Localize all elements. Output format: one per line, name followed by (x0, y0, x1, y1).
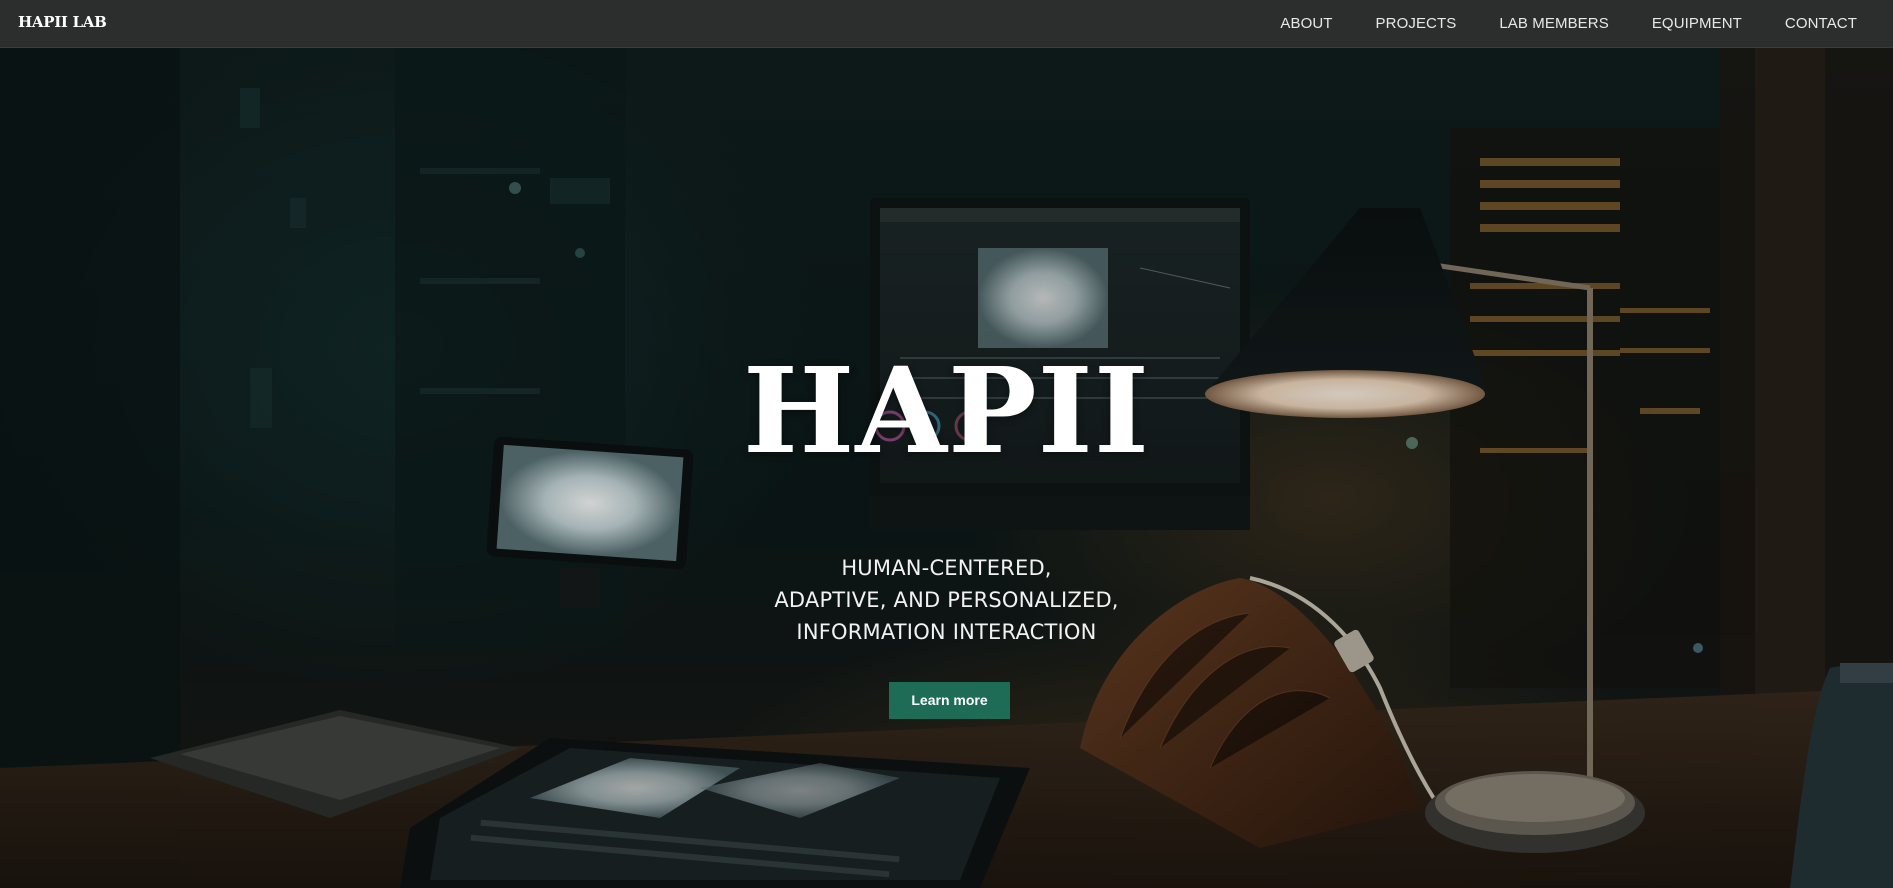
nav-link-contact[interactable]: CONTACT (1785, 15, 1857, 32)
hero-subtitle-line-1: HUMAN-CENTERED, (841, 556, 1052, 580)
nav-link-about[interactable]: ABOUT (1280, 15, 1332, 32)
hero-section: HAPII HUMAN-CENTERED, ADAPTIVE, AND PERS… (0, 48, 1893, 888)
nav-link-equipment[interactable]: EQUIPMENT (1652, 15, 1742, 32)
hero-subtitle-line-3: INFORMATION INTERACTION (796, 620, 1097, 644)
hero-subtitle: HUMAN-CENTERED, ADAPTIVE, AND PERSONALIZ… (0, 552, 1893, 648)
hero-content: HAPII HUMAN-CENTERED, ADAPTIVE, AND PERS… (0, 48, 1893, 888)
brand-logo-link[interactable]: HAPII LAB (18, 0, 107, 44)
hero-title: HAPII (742, 341, 1151, 480)
nav-links: ABOUT PROJECTS LAB MEMBERS EQUIPMENT CON… (1237, 0, 1857, 46)
nav-link-lab-members[interactable]: LAB MEMBERS (1499, 15, 1608, 32)
learn-more-button[interactable]: Learn more (889, 682, 1010, 719)
top-navbar: HAPII LAB ABOUT PROJECTS LAB MEMBERS EQU… (0, 0, 1893, 48)
nav-link-projects[interactable]: PROJECTS (1376, 15, 1457, 32)
hero-subtitle-line-2: ADAPTIVE, AND PERSONALIZED, (774, 588, 1119, 612)
